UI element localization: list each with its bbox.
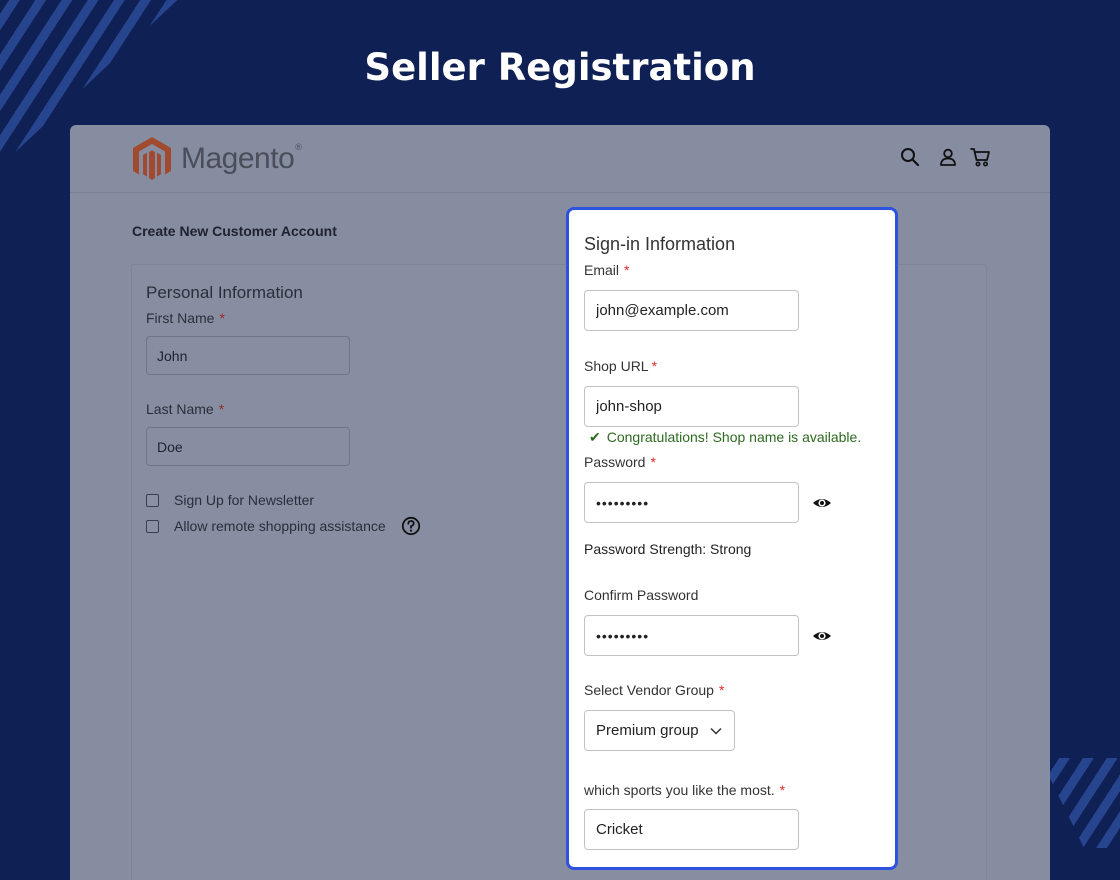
magento-logo[interactable]: Magento®: [131, 135, 302, 183]
chevron-down-icon: [710, 727, 722, 735]
sports-field[interactable]: [584, 809, 799, 850]
vendor-group-selected-value: Premium group: [596, 722, 699, 739]
help-icon[interactable]: [401, 516, 421, 536]
vendor-group-select[interactable]: Premium group: [584, 710, 735, 751]
sports-label: which sports you like the most. *: [584, 782, 786, 798]
cart-icon[interactable]: [970, 147, 992, 167]
store-header: Magento®: [70, 125, 1050, 193]
first-name-field[interactable]: John: [146, 336, 350, 375]
sign-in-information-title: Sign-in Information: [584, 234, 736, 254]
newsletter-checkbox-row[interactable]: Sign Up for Newsletter: [146, 492, 314, 508]
remote-assistance-checkbox-row[interactable]: Allow remote shopping assistance: [146, 516, 421, 536]
page-title: Seller Registration: [364, 46, 756, 89]
shop-url-field[interactable]: [584, 386, 799, 427]
newsletter-checkbox[interactable]: [146, 493, 159, 507]
last-name-field[interactable]: Doe: [146, 427, 350, 466]
show-password-eye-icon[interactable]: [812, 493, 832, 513]
decorative-stripes-bottom-right: [1040, 758, 1120, 848]
confirm-password-label: Confirm Password: [584, 587, 699, 603]
show-confirm-password-eye-icon[interactable]: [812, 626, 832, 646]
store-page-screenshot: Magento® Create New Customer Account Per…: [70, 125, 1050, 880]
remote-assistance-label: Allow remote shopping assistance: [174, 518, 386, 534]
check-icon: ✔: [589, 429, 601, 445]
password-strength: Password Strength: Strong: [584, 541, 752, 557]
email-field[interactable]: [584, 290, 799, 331]
last-name-label: Last Name *: [146, 401, 225, 417]
magento-logo-icon: [133, 137, 171, 180]
sign-in-information-card: Sign-in Information Email* Shop URL* ✔Co…: [566, 207, 898, 870]
confirm-password-field[interactable]: [584, 615, 799, 656]
shop-available-message: ✔ Congratulations! Shop name is available…: [589, 429, 862, 445]
shop-url-label: Shop URL *: [584, 358, 658, 374]
user-icon[interactable]: [938, 147, 958, 167]
password-field[interactable]: [584, 482, 799, 523]
email-label: Email *: [584, 262, 630, 278]
personal-information-title: Personal Information: [146, 283, 303, 302]
first-name-label: First Name *: [146, 310, 225, 326]
remote-assistance-checkbox[interactable]: [146, 519, 159, 533]
newsletter-label: Sign Up for Newsletter: [174, 492, 315, 508]
magento-logo-text: Magento®: [181, 142, 302, 175]
password-label: Password *: [584, 454, 656, 470]
vendor-group-label: Select Vendor Group *: [584, 682, 725, 698]
search-icon[interactable]: [900, 147, 920, 167]
account-title: Create New Customer Account: [132, 223, 337, 239]
